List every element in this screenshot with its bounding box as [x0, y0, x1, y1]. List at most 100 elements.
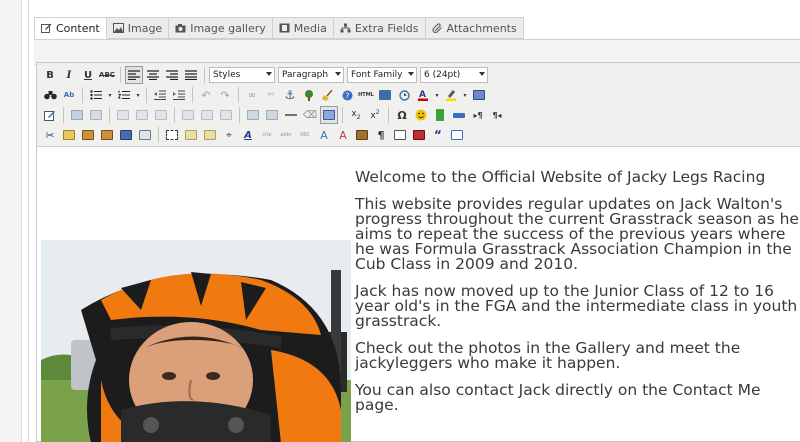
insert-row-after-button[interactable] [133, 106, 151, 124]
highlight-color-button[interactable] [442, 86, 460, 104]
editor-content-area[interactable]: Welcome to the Official Website of Jacky… [37, 148, 800, 442]
bold-button[interactable]: B [41, 66, 59, 84]
html-button[interactable]: HTML [357, 86, 375, 104]
abbr-button[interactable]: abbr [277, 126, 295, 144]
delete-row-button[interactable] [152, 106, 170, 124]
tab-image[interactable]: Image [106, 17, 170, 39]
outdent-button[interactable] [151, 86, 169, 104]
help-button[interactable]: ? [338, 86, 356, 104]
tab-extra-fields[interactable]: Extra Fields [333, 17, 426, 39]
numbered-list-button[interactable] [115, 86, 133, 104]
indent-button[interactable] [170, 86, 188, 104]
toolbar-row-1: B I U ABC Styles Paragraph Font Family 6… [41, 65, 488, 85]
redo-button[interactable]: ↷ [216, 86, 234, 104]
outdent-icon [154, 90, 166, 100]
edit-css-button[interactable] [41, 106, 59, 124]
paste-button[interactable] [79, 126, 97, 144]
insert-row-before-button[interactable] [114, 106, 132, 124]
insert-block-button[interactable] [470, 86, 488, 104]
numbered-list-icon [118, 90, 130, 99]
insert-image-button[interactable] [300, 86, 318, 104]
rtl-button[interactable]: ¶◂ [488, 106, 506, 124]
ins-button[interactable]: A [334, 126, 352, 144]
media-button[interactable] [431, 106, 449, 124]
toolbar-separator [146, 87, 147, 103]
cleanup-button[interactable] [319, 86, 337, 104]
strikethrough-button[interactable]: ABC [98, 66, 116, 84]
justify-icon [185, 70, 197, 80]
horizontal-rule-button[interactable] [282, 106, 300, 124]
font-size-select[interactable]: 6 (24pt) [420, 67, 488, 83]
toolbar-row-3: ⌫ x2 x2 Ω ▸¶ ¶◂ [41, 105, 506, 125]
text-color-dropdown[interactable]: ▾ [433, 86, 441, 104]
chevron-down-icon: ▾ [435, 91, 439, 99]
ins-icon: A [339, 128, 347, 142]
split-cells-button[interactable] [244, 106, 262, 124]
superscript-button[interactable]: x2 [366, 106, 384, 124]
tab-content[interactable]: Content [34, 17, 107, 39]
justify-button[interactable] [182, 66, 200, 84]
bullet-list-dropdown[interactable]: ▾ [106, 86, 114, 104]
rider-photo [41, 240, 351, 442]
absolute-button[interactable]: ⌖ [220, 126, 238, 144]
copy-button[interactable] [60, 126, 78, 144]
nbsp-button[interactable] [450, 106, 468, 124]
layer-insert-button[interactable] [163, 126, 181, 144]
blockquote-button[interactable]: “ [429, 126, 447, 144]
highlight-color-dropdown[interactable]: ▾ [461, 86, 469, 104]
insert-col-after-button[interactable] [198, 106, 216, 124]
paste-word-button[interactable] [117, 126, 135, 144]
print-button[interactable] [410, 126, 428, 144]
layer-forward-button[interactable] [182, 126, 200, 144]
special-char-button[interactable]: Ω [393, 106, 411, 124]
tab-image-gallery[interactable]: Image gallery [169, 17, 273, 39]
underline-button[interactable]: U [79, 66, 97, 84]
align-left-button[interactable] [125, 66, 143, 84]
visual-chars-button[interactable]: ¶ [372, 126, 390, 144]
cite-button[interactable]: cite [258, 126, 276, 144]
layer-backward-icon [204, 130, 216, 140]
replace-button[interactable]: Ab [60, 86, 78, 104]
visual-aid-button[interactable] [320, 106, 338, 124]
fullscreen-button[interactable] [448, 126, 466, 144]
preview-button[interactable] [391, 126, 409, 144]
tab-attachments[interactable]: Attachments [425, 17, 524, 39]
table-button[interactable] [68, 106, 86, 124]
remove-format-button[interactable]: ⌫ [301, 106, 319, 124]
cut-button[interactable]: ✂ [41, 126, 59, 144]
select-all-button[interactable] [136, 126, 154, 144]
font-family-select[interactable]: Font Family [347, 67, 417, 83]
datetime-button[interactable] [395, 86, 413, 104]
unlink-button[interactable]: ✂ [262, 86, 280, 104]
merge-cells-button[interactable] [263, 106, 281, 124]
del-button[interactable]: A [315, 126, 333, 144]
subscript-button[interactable]: x2 [347, 106, 365, 124]
align-center-button[interactable] [144, 66, 162, 84]
styles-select[interactable]: Styles [209, 67, 275, 83]
find-button[interactable] [41, 86, 59, 104]
layer-icon [166, 130, 178, 140]
numbered-list-dropdown[interactable]: ▾ [134, 86, 142, 104]
paste-text-button[interactable] [98, 126, 116, 144]
ltr-button[interactable]: ▸¶ [469, 106, 487, 124]
layer-backward-button[interactable] [201, 126, 219, 144]
acronym-button[interactable]: ABC [296, 126, 314, 144]
undo-button[interactable]: ↶ [197, 86, 215, 104]
chevron-down-icon: ▾ [108, 91, 112, 99]
insert-col-before-button[interactable] [179, 106, 197, 124]
row-props-button[interactable] [87, 106, 105, 124]
align-right-button[interactable] [163, 66, 181, 84]
bullet-list-button[interactable] [87, 86, 105, 104]
styleprops-button[interactable]: A [239, 126, 257, 144]
emoticons-button[interactable] [412, 106, 430, 124]
format-select[interactable]: Paragraph [278, 67, 344, 83]
tab-media[interactable]: Media [272, 17, 334, 39]
text-color-button[interactable]: A [414, 86, 432, 104]
article-text[interactable]: Welcome to the Official Website of Jacky… [355, 169, 800, 425]
delete-col-button[interactable] [217, 106, 235, 124]
italic-button[interactable]: I [60, 66, 78, 84]
anchor-button[interactable]: ⚓ [281, 86, 299, 104]
template-button[interactable] [376, 86, 394, 104]
link-button[interactable]: ∞ [243, 86, 261, 104]
attribs-button[interactable] [353, 126, 371, 144]
